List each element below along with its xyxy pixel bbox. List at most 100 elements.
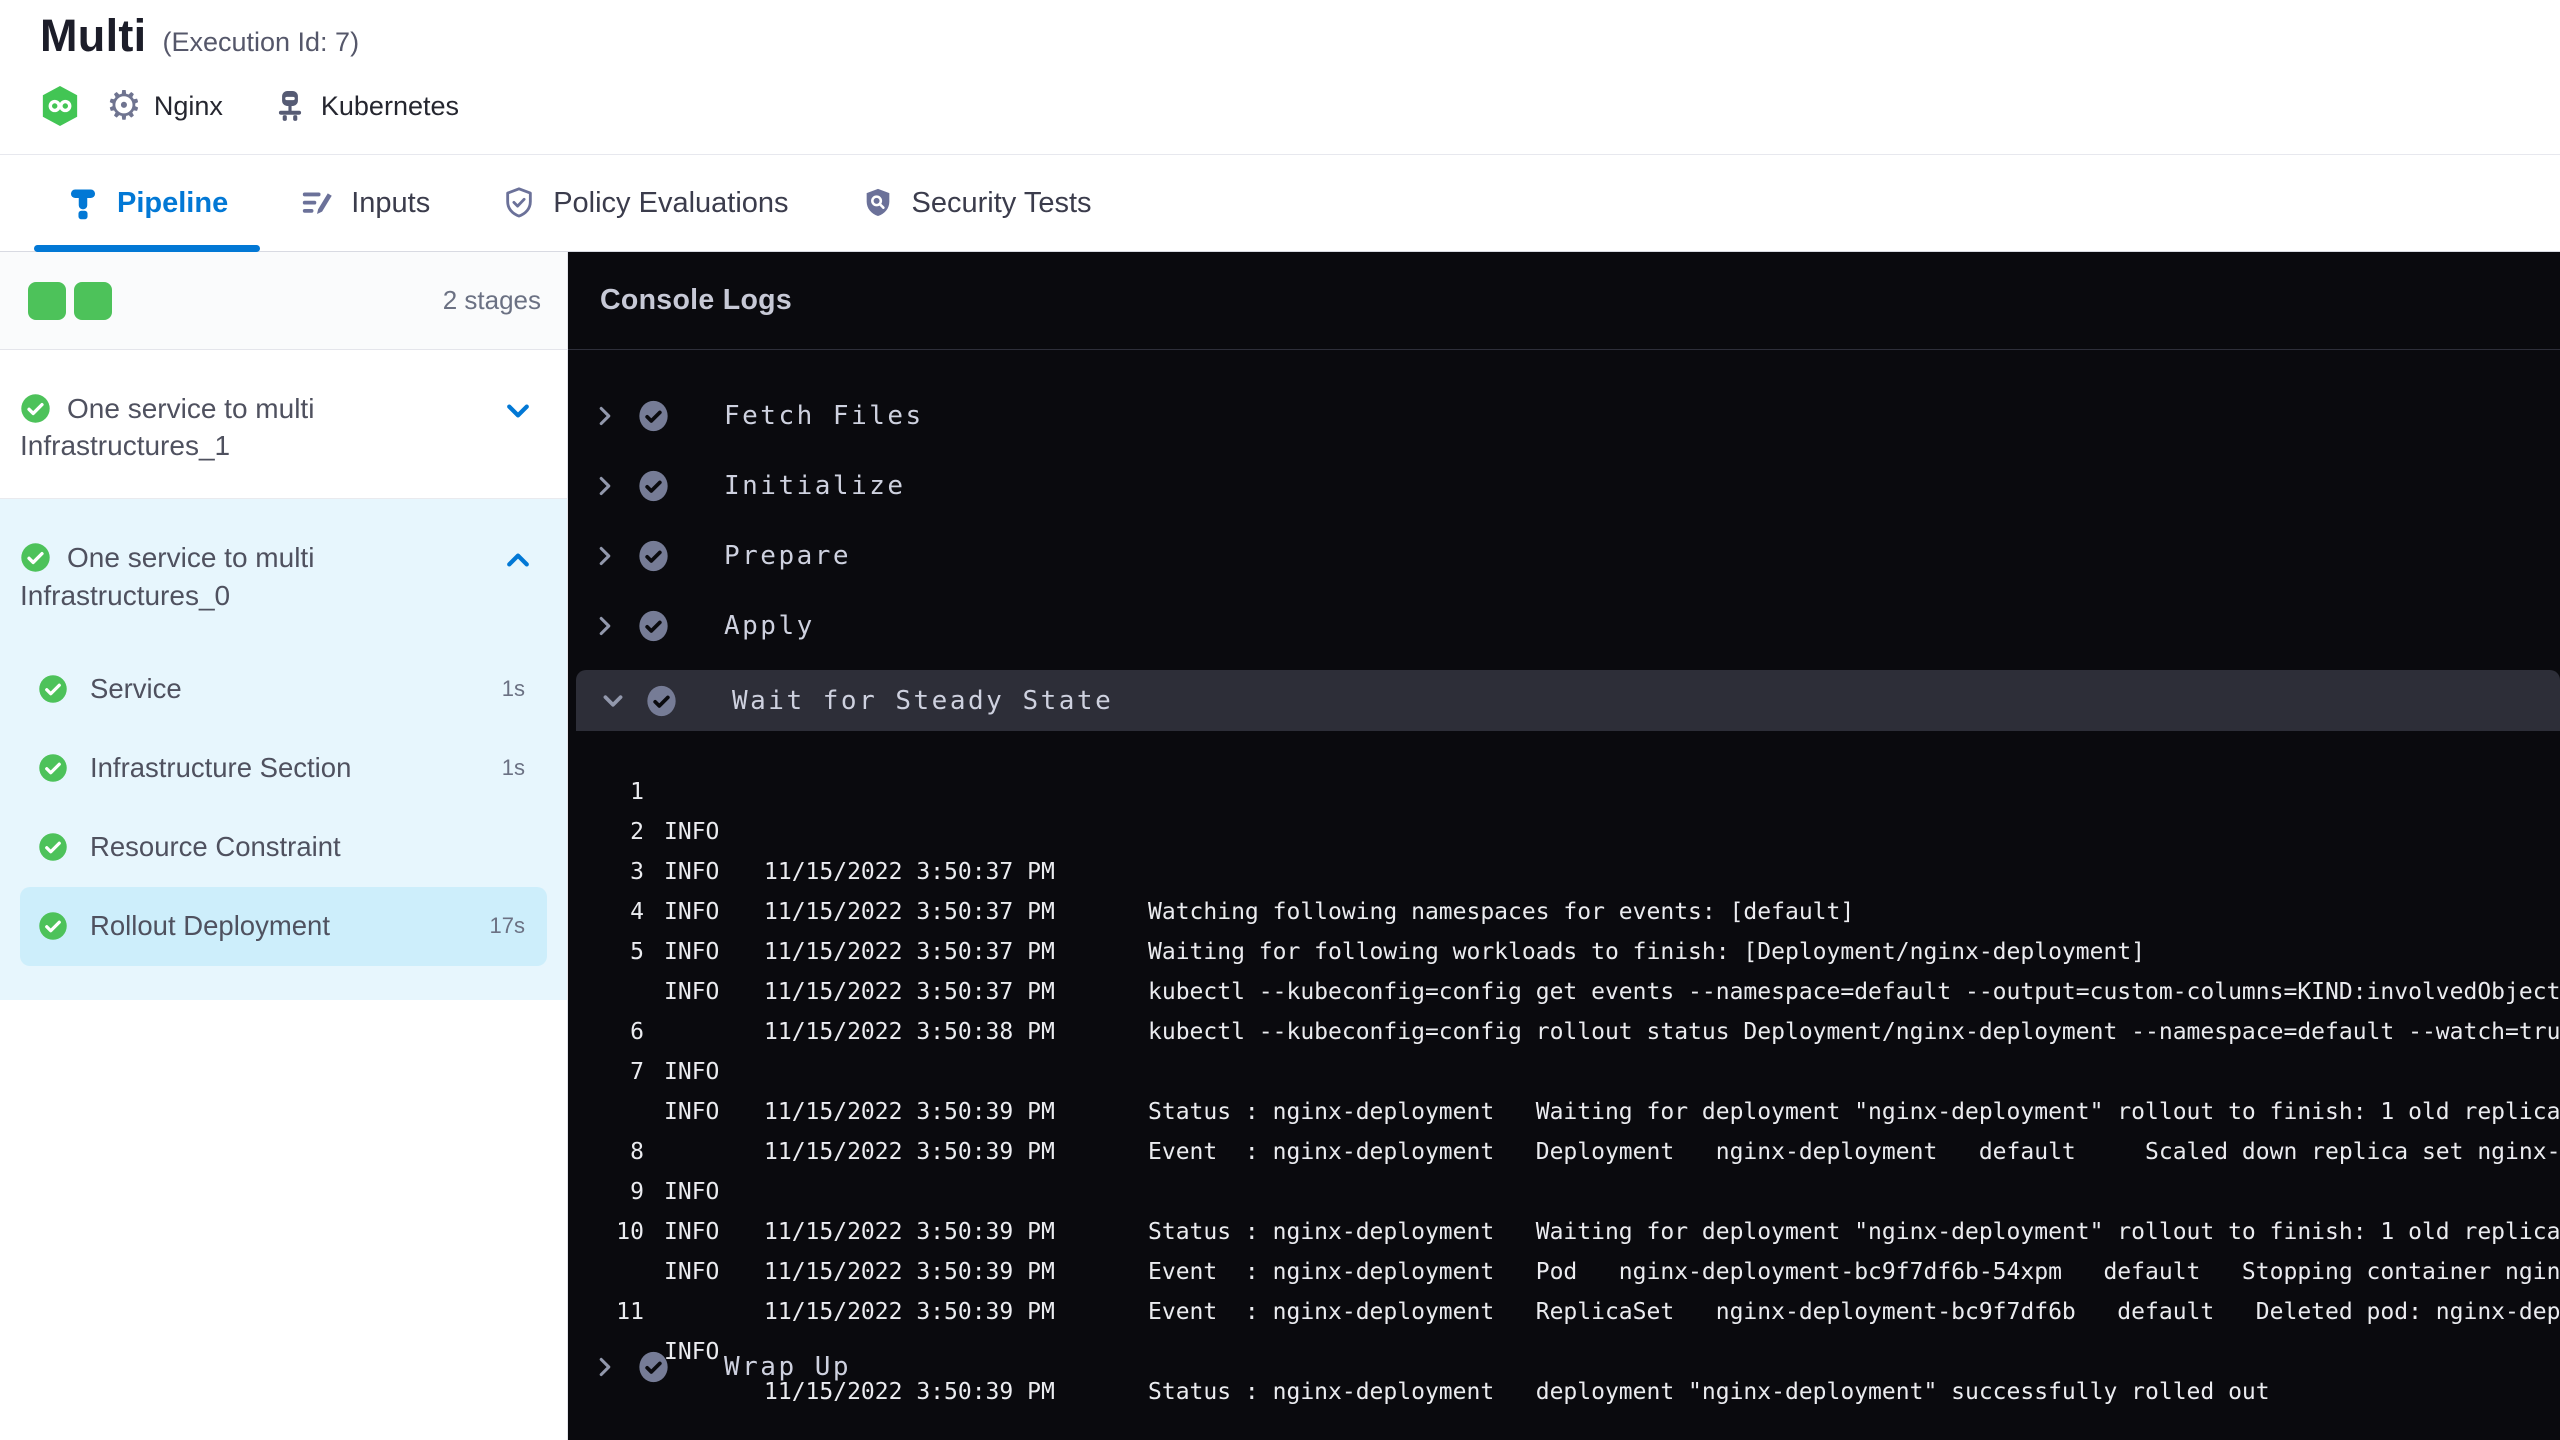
console-steps-list: Fetch Files Initialize Prepare Apply Wai… [568,350,2560,1440]
log-line: Status : nginx-deployment Waiting for de… [568,1052,2560,1245]
stage-title: One service to multi Infrastructures_0 [20,539,547,613]
log-line: Status : nginx-deployment deployment "ng… [568,1212,2560,1405]
chevron-up-icon[interactable] [503,545,533,584]
log-line: 9 INFO 11/15/2022 3:50:39 PM Event : ngi… [568,1132,2560,1325]
harness-cd-icon [40,84,80,128]
console-step-label: Initialize [724,471,906,501]
success-check-icon [38,753,68,783]
chevron-right-icon[interactable] [592,613,618,639]
title-row: Multi (Execution Id: 7) [40,10,2560,62]
stage-item[interactable]: One service to multi Infrastructures_1 [0,350,567,500]
step-item[interactable]: Rollout Deployment 17s [20,886,547,966]
console-step: Initialize [568,451,2560,521]
chevron-right-icon[interactable] [592,543,618,569]
console-step-label: Apply [724,611,815,641]
tab[interactable]: Policy Evaluations [466,155,824,251]
step-name: Service [90,673,182,705]
tab-bar: Pipeline Inputs Policy Evaluations Secur… [0,155,2560,252]
step-success-check-icon [637,400,670,433]
policy-shield-check-icon [502,186,536,220]
success-check-icon [20,542,51,573]
console-logs-title: Console Logs [600,284,793,316]
console-step: Fetch Files [568,381,2560,451]
step-item[interactable]: Infrastructure Section 1s [20,729,547,808]
step-success-check-icon [637,610,670,643]
chevron-right-icon[interactable] [592,403,618,429]
console-step-logs: 1 INFO 11/15/2022 3:50:37 PM Watching fo… [568,731,2560,1405]
step-duration: 1s [501,676,525,702]
console-step-row[interactable]: Initialize [568,451,2560,521]
console-logs-panel: Console Logs Fetch Files Initialize Prep… [568,252,2560,1440]
success-check-icon [38,911,68,941]
pipeline-icon [66,186,100,220]
step-name: Resource Constraint [90,831,341,863]
step-duration: 17s [489,913,525,939]
stages-sidebar: 2 stages One service to multi Infrastruc… [0,252,568,1440]
tab[interactable]: Inputs [264,155,466,251]
log-line: 4 INFO 11/15/2022 3:50:37 PM kubectl --k… [568,852,2560,1045]
success-check-icon [38,832,68,862]
tab[interactable]: Security Tests [825,155,1128,251]
stage-count-label: 2 stages [442,285,541,315]
console-step-label: Prepare [724,541,852,571]
execution-meta-row: ⚙ Nginx Kubernetes [40,84,2560,128]
service-name[interactable]: Nginx [154,91,223,122]
console-step: Wait for Steady State 1 INFO 11/15/2022 … [568,670,2560,1405]
console-step-row[interactable]: Prepare [568,521,2560,591]
console-step: Apply [568,591,2560,661]
console-logs-header: Console Logs [568,252,2560,350]
stage-summary-bar: 2 stages [0,252,567,350]
inputs-icon [300,186,334,220]
chevron-right-icon[interactable] [592,1354,618,1380]
security-shield-search-icon [861,186,895,220]
log-line: 3 INFO 11/15/2022 3:50:37 PM kubectl --k… [568,812,2560,1005]
console-step-row[interactable]: Wait for Steady State [576,670,2560,731]
execution-header: Multi (Execution Id: 7) ⚙ Nginx Kubernet… [0,0,2560,155]
environment-name[interactable]: Kubernetes [321,91,459,122]
app-root: Multi (Execution Id: 7) ⚙ Nginx Kubernet… [0,0,2560,1440]
tab-label: Inputs [351,186,431,219]
tab[interactable]: Pipeline [30,155,264,252]
success-check-icon [38,674,68,704]
log-line: Done. [568,1292,2560,1332]
step-name: Infrastructure Section [90,752,352,784]
console-step-label: Wrap Up [724,1352,852,1382]
console-step-row[interactable]: Fetch Files [568,381,2560,451]
step-item[interactable]: Resource Constraint [20,808,547,887]
step-success-check-icon [637,540,670,573]
stage-status-squares [28,281,112,320]
stage-steps: Service 1s Infrastructure Section 1s Res… [20,650,547,966]
log-line: Status : nginx-deployment Waiting for de… [568,932,2560,1125]
step-success-check-icon [637,1351,670,1384]
step-success-check-icon [645,684,678,717]
stage-item[interactable]: One service to multi Infrastructures_0 S… [0,499,567,1000]
tab-label: Policy Evaluations [553,186,789,219]
stage-success-square [28,281,66,320]
stage-name: One service to multi Infrastructures_0 [20,542,315,611]
chevron-down-icon[interactable] [600,688,626,714]
stage-success-square [74,281,112,320]
console-step-label: Wait for Steady State [732,685,1114,716]
environment-icon [271,87,309,125]
stage-title: One service to multi Infrastructures_1 [20,390,547,464]
log-line: 10 INFO 11/15/2022 3:50:39 PM [568,1172,2560,1325]
stage-name: One service to multi Infrastructures_1 [20,393,315,462]
page-title: Multi [40,10,147,61]
console-step-row[interactable]: Apply [568,591,2560,661]
log-line: 6 INFO 11/15/2022 3:50:39 PM Event : ngi… [568,972,2560,1165]
log-line: 8 INFO 11/15/2022 3:50:39 PM Event : ngi… [568,1092,2560,1285]
log-line: 11 INFO 11/15/2022 3:50:39 PM [568,1252,2560,1405]
step-success-check-icon [637,470,670,503]
step-duration: 1s [501,755,525,781]
log-line: 7 INFO 11/15/2022 3:50:39 PM [568,1012,2560,1165]
chevron-down-icon[interactable] [503,396,533,435]
step-item[interactable]: Service 1s [20,650,547,729]
chevron-right-icon[interactable] [592,473,618,499]
log-line: 1 INFO 11/15/2022 3:50:37 PM Watching fo… [568,732,2560,925]
log-line: 5 INFO 11/15/2022 3:50:38 PM [568,892,2560,1045]
log-line: 2 INFO 11/15/2022 3:50:37 PM Waiting for… [568,772,2560,965]
console-step-row[interactable]: Wrap Up [568,1332,2560,1402]
main-split: 2 stages One service to multi Infrastruc… [0,252,2560,1440]
console-step: Wrap Up [568,1332,2560,1402]
stage-list: One service to multi Infrastructures_1 O… [0,350,567,1000]
